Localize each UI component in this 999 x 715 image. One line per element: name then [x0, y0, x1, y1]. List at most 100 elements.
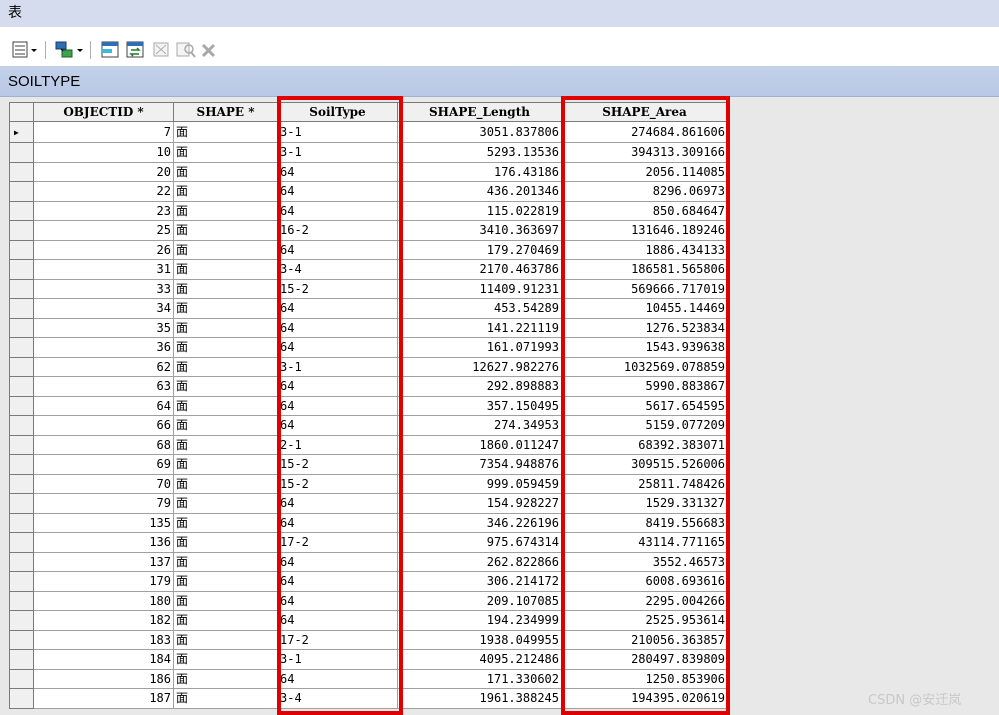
cell-shape-area[interactable]: 186581.565806 — [561, 259, 728, 280]
cell-shape[interactable]: 面 — [173, 395, 278, 416]
cell-objectid[interactable]: 136 — [33, 532, 174, 553]
cell-shape[interactable]: 面 — [173, 317, 278, 338]
table-row[interactable]: ▶ 7 面 3-1 3051.837806 274684.861606 — [9, 121, 728, 143]
cell-shape-area[interactable]: 8296.06973 — [561, 181, 728, 202]
cell-objectid[interactable]: 79 — [33, 493, 174, 514]
cell-shape-area[interactable]: 1529.331327 — [561, 493, 728, 514]
table-row[interactable]: 66 面 64 274.34953 5159.077209 — [9, 415, 728, 436]
cell-shape-area[interactable]: 8419.556683 — [561, 512, 728, 533]
cell-objectid[interactable]: 180 — [33, 590, 174, 611]
cell-shape-area[interactable]: 68392.383071 — [561, 434, 728, 455]
row-selector[interactable] — [9, 668, 34, 689]
cell-objectid[interactable]: 137 — [33, 551, 174, 572]
cell-shape-area[interactable]: 2056.114085 — [561, 161, 728, 182]
table-row[interactable]: 180 面 64 209.107085 2295.004266 — [9, 590, 728, 611]
cell-shape-area[interactable]: 43114.771165 — [561, 532, 728, 553]
cell-soiltype[interactable]: 64 — [277, 298, 398, 319]
cell-objectid[interactable]: 23 — [33, 200, 174, 221]
cell-shape-length[interactable]: 161.071993 — [397, 337, 562, 358]
column-header-objectid[interactable]: OBJECTID * — [33, 102, 174, 122]
cell-shape[interactable]: 面 — [173, 688, 278, 709]
table-row[interactable]: 135 面 64 346.226196 8419.556683 — [9, 512, 728, 533]
cell-shape-area[interactable]: 6008.693616 — [561, 571, 728, 592]
cell-soiltype[interactable]: 64 — [277, 317, 398, 338]
cell-objectid[interactable]: 22 — [33, 181, 174, 202]
cell-soiltype[interactable]: 15-2 — [277, 473, 398, 494]
table-row[interactable]: 136 面 17-2 975.674314 43114.771165 — [9, 532, 728, 553]
cell-shape[interactable]: 面 — [173, 200, 278, 221]
column-header-soiltype[interactable]: SoilType — [277, 102, 398, 122]
cell-shape-area[interactable]: 1276.523834 — [561, 317, 728, 338]
cell-shape[interactable]: 面 — [173, 356, 278, 377]
cell-shape-length[interactable]: 262.822866 — [397, 551, 562, 572]
cell-shape[interactable]: 面 — [173, 493, 278, 514]
cell-soiltype[interactable]: 64 — [277, 200, 398, 221]
table-row[interactable]: 36 面 64 161.071993 1543.939638 — [9, 337, 728, 358]
cell-shape-area[interactable]: 2295.004266 — [561, 590, 728, 611]
cell-shape[interactable]: 面 — [173, 551, 278, 572]
cell-shape-area[interactable]: 5617.654595 — [561, 395, 728, 416]
cell-shape-area[interactable]: 850.684647 — [561, 200, 728, 221]
cell-soiltype[interactable]: 3-1 — [277, 142, 398, 163]
cell-shape[interactable]: 面 — [173, 376, 278, 397]
row-selector[interactable] — [9, 356, 34, 377]
cell-shape-area[interactable]: 10455.14469 — [561, 298, 728, 319]
cell-objectid[interactable]: 25 — [33, 220, 174, 241]
cell-soiltype[interactable]: 64 — [277, 337, 398, 358]
cell-objectid[interactable]: 187 — [33, 688, 174, 709]
cell-shape-length[interactable]: 2170.463786 — [397, 259, 562, 280]
table-row[interactable]: 22 面 64 436.201346 8296.06973 — [9, 181, 728, 202]
cell-shape-length[interactable]: 154.928227 — [397, 493, 562, 514]
cell-shape[interactable]: 面 — [173, 454, 278, 475]
cell-shape-length[interactable]: 176.43186 — [397, 161, 562, 182]
cell-objectid[interactable]: 66 — [33, 415, 174, 436]
cell-shape-area[interactable]: 280497.839809 — [561, 649, 728, 670]
table-tab[interactable]: SOILTYPE — [0, 66, 999, 97]
table-row[interactable]: 183 面 17-2 1938.049955 210056.363857 — [9, 629, 728, 650]
table-row[interactable]: 25 面 16-2 3410.363697 131646.189246 — [9, 220, 728, 241]
cell-objectid[interactable]: 36 — [33, 337, 174, 358]
row-selector[interactable] — [9, 512, 34, 533]
cell-shape-length[interactable]: 12627.982276 — [397, 356, 562, 377]
cell-shape-length[interactable]: 141.221119 — [397, 317, 562, 338]
cell-soiltype[interactable]: 64 — [277, 239, 398, 260]
cell-shape[interactable]: 面 — [173, 259, 278, 280]
table-options-button[interactable] — [12, 39, 40, 61]
cell-soiltype[interactable]: 64 — [277, 395, 398, 416]
cell-shape-length[interactable]: 194.234999 — [397, 610, 562, 631]
row-selector[interactable] — [9, 571, 34, 592]
cell-shape-area[interactable]: 1032569.078859 — [561, 356, 728, 377]
row-selector[interactable] — [9, 434, 34, 455]
table-row[interactable]: 63 面 64 292.898883 5990.883867 — [9, 376, 728, 397]
table-row[interactable]: 34 面 64 453.54289 10455.14469 — [9, 298, 728, 319]
cell-soiltype[interactable]: 64 — [277, 571, 398, 592]
cell-objectid[interactable]: 135 — [33, 512, 174, 533]
cell-soiltype[interactable]: 64 — [277, 376, 398, 397]
column-header-shape-area[interactable]: SHAPE_Area — [561, 102, 728, 122]
row-selector[interactable] — [9, 395, 34, 416]
cell-objectid[interactable]: 31 — [33, 259, 174, 280]
cell-soiltype[interactable]: 64 — [277, 610, 398, 631]
cell-shape-length[interactable]: 5293.13536 — [397, 142, 562, 163]
cell-objectid[interactable]: 20 — [33, 161, 174, 182]
cell-soiltype[interactable]: 64 — [277, 415, 398, 436]
cell-shape-area[interactable]: 394313.309166 — [561, 142, 728, 163]
cell-shape-area[interactable]: 194395.020619 — [561, 688, 728, 709]
table-row[interactable]: 26 面 64 179.270469 1886.434133 — [9, 239, 728, 260]
cell-shape[interactable]: 面 — [173, 121, 278, 143]
row-selector[interactable] — [9, 278, 34, 299]
table-row[interactable]: 184 面 3-1 4095.212486 280497.839809 — [9, 649, 728, 670]
cell-soiltype[interactable]: 15-2 — [277, 454, 398, 475]
cell-shape[interactable]: 面 — [173, 532, 278, 553]
table-row[interactable]: 10 面 3-1 5293.13536 394313.309166 — [9, 142, 728, 163]
cell-shape-length[interactable]: 11409.91231 — [397, 278, 562, 299]
row-selector[interactable] — [9, 142, 34, 163]
row-selector[interactable] — [9, 181, 34, 202]
cell-shape-length[interactable]: 1938.049955 — [397, 629, 562, 650]
cell-shape-length[interactable]: 1860.011247 — [397, 434, 562, 455]
row-selector[interactable] — [9, 259, 34, 280]
table-row[interactable]: 179 面 64 306.214172 6008.693616 — [9, 571, 728, 592]
cell-soiltype[interactable]: 3-1 — [277, 121, 398, 143]
cell-soiltype[interactable]: 3-1 — [277, 649, 398, 670]
row-selector[interactable]: ▶ — [9, 121, 34, 143]
